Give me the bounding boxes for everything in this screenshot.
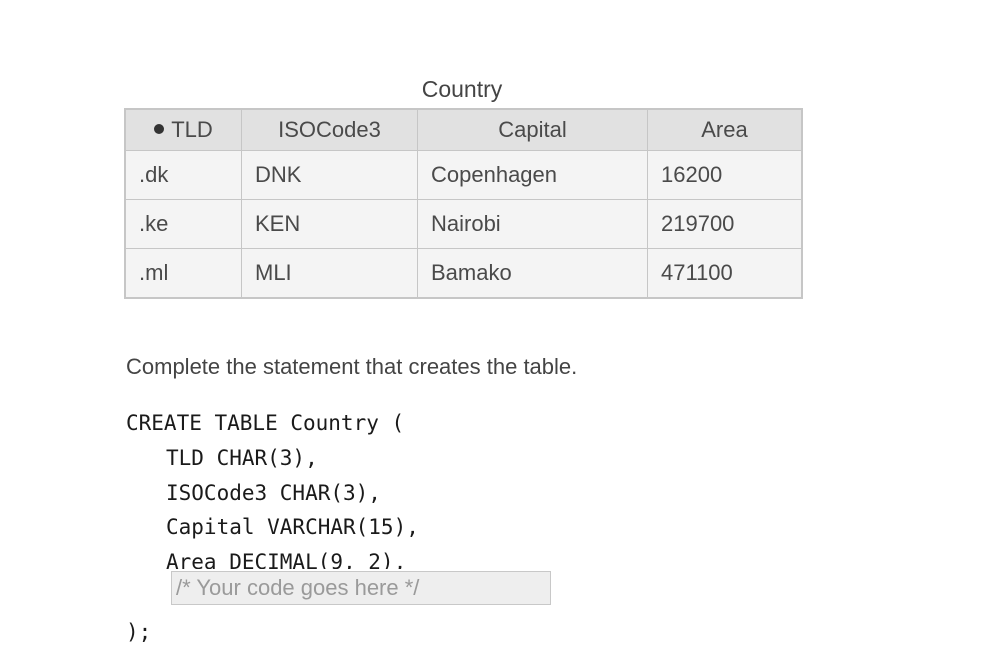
code-line-tld: TLD CHAR(3),	[166, 446, 318, 470]
table-cell: 219700	[647, 199, 803, 249]
table-cell: KEN	[241, 199, 418, 249]
column-header-capital: Capital	[417, 108, 648, 151]
table-cell: 471100	[647, 248, 803, 299]
instruction-text: Complete the statement that creates the …	[126, 354, 578, 379]
table-cell: 16200	[647, 150, 803, 200]
table-row: .dk DNK Copenhagen 16200	[124, 150, 803, 200]
code-line-isocode3: ISOCode3 CHAR(3),	[166, 481, 381, 505]
table-caption: Country	[421, 76, 503, 102]
table-cell: Bamako	[417, 248, 648, 299]
table-header-row: TLD ISOCode3 Capital Area	[124, 108, 803, 151]
table-cell: MLI	[241, 248, 418, 299]
table-cell: .ke	[124, 199, 242, 249]
column-header-tld: TLD	[124, 108, 242, 151]
table-cell: .dk	[124, 150, 242, 200]
table-row: .ke KEN Nairobi 219700	[124, 199, 803, 249]
code-line-area: Area DECIMAL(9, 2),	[166, 550, 407, 569]
column-header-area: Area	[647, 108, 803, 151]
code-line-close: );	[126, 620, 152, 644]
country-table: TLD ISOCode3 Capital Area .dk DNK Copenh…	[124, 108, 803, 299]
table-row: .ml MLI Bamako 471100	[124, 248, 803, 299]
table-cell: .ml	[124, 248, 242, 299]
table-cell: Copenhagen	[417, 150, 648, 200]
code-line-create-table: CREATE TABLE Country (	[126, 411, 405, 435]
column-header-isocode3: ISOCode3	[241, 108, 418, 151]
code-answer-input[interactable]	[171, 571, 551, 605]
table-cell: DNK	[241, 150, 418, 200]
column-header-label: TLD	[171, 117, 213, 142]
code-line-capital: Capital VARCHAR(15),	[166, 515, 419, 539]
primary-key-icon	[154, 124, 165, 135]
table-cell: Nairobi	[417, 199, 648, 249]
